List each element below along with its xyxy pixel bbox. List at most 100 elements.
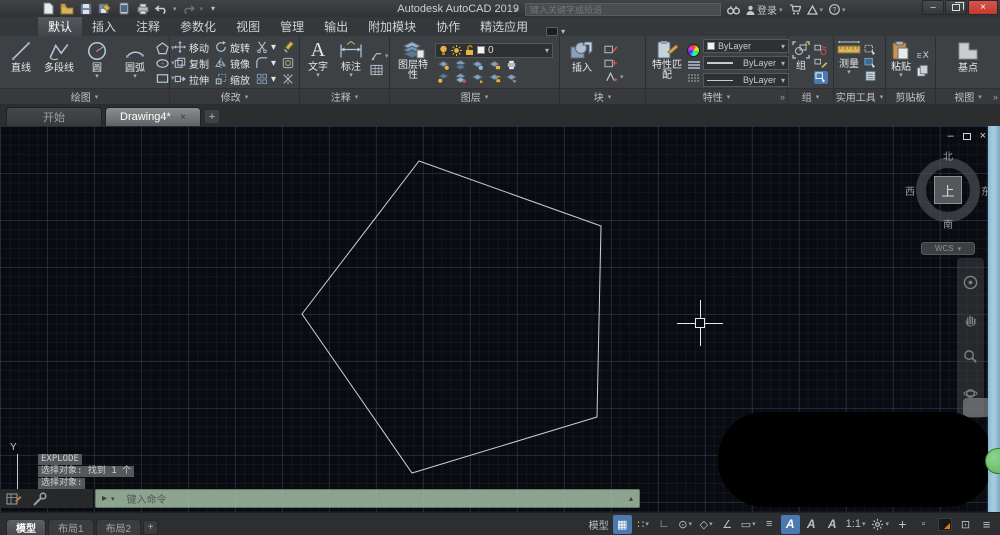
array-button[interactable]: ▾ (255, 73, 277, 85)
mirror-button[interactable]: 镜像 (214, 56, 251, 71)
panel-label-groups[interactable]: 组▾ (788, 88, 833, 104)
nav-zoom-icon[interactable] (963, 349, 978, 364)
drawing-canvas[interactable]: – × 北 南 西 东 上 WCS ▾ Y X (0, 126, 1000, 512)
layout-tab-layout2[interactable]: 布局2 (96, 519, 142, 535)
transparency-icon[interactable] (687, 60, 701, 70)
undo-icon[interactable] (154, 2, 169, 16)
layer-lock-tool[interactable] (488, 59, 501, 71)
open-folder-icon[interactable] (59, 2, 74, 16)
layer-walk-tool[interactable] (505, 72, 518, 84)
fillet-button[interactable]: ▾ (255, 57, 277, 69)
view-expand-icon[interactable]: » (993, 92, 998, 102)
search-collapse-icon[interactable]: ▸ (515, 5, 519, 14)
line-button[interactable]: 直线 (3, 38, 39, 88)
object-color-dropdown[interactable]: ByLayer ▾ (703, 39, 789, 53)
ribbon-display-toggle[interactable]: ▾ (546, 27, 565, 36)
copy-button[interactable]: 复制 (173, 56, 210, 71)
tab-view[interactable]: 视图 (226, 17, 270, 36)
undo-dropdown-icon[interactable]: ▾ (173, 5, 177, 13)
command-input-bar[interactable]: ▸ ▾ 键入命令 ▴ (95, 489, 640, 508)
nav-wheel-icon[interactable] (963, 275, 978, 290)
search-input[interactable] (525, 3, 721, 16)
panel-label-draw[interactable]: 绘图▾ (0, 88, 169, 104)
layout-tab-model[interactable]: 模型 (6, 519, 46, 535)
layer-unlock-tool[interactable] (488, 72, 501, 84)
help-icon[interactable]: ? ▾ (829, 4, 846, 15)
quick-properties-toggle[interactable]: ▫ (914, 515, 933, 534)
nav-showmotion-button[interactable] (963, 398, 990, 417)
panel-label-modify[interactable]: 修改▾ (170, 88, 299, 104)
doc-close-icon[interactable]: × (980, 131, 986, 142)
move-button[interactable]: 移动 (173, 40, 210, 55)
new-file-icon[interactable] (40, 2, 55, 16)
text-button[interactable]: A 文字 ▾ (303, 38, 333, 88)
annotation-autoscale-toggle[interactable]: A (802, 515, 821, 534)
ortho-toggle[interactable]: ∟ (655, 515, 674, 534)
search-binoculars-icon[interactable] (727, 5, 740, 15)
polar-tracking-toggle[interactable]: ⊙▾ (676, 515, 695, 534)
save-icon[interactable] (78, 2, 93, 16)
wcs-dropdown[interactable]: WCS ▾ (921, 242, 975, 255)
tab-parametric[interactable]: 参数化 (170, 17, 226, 36)
viewcube-top-face[interactable]: 上 (934, 176, 962, 204)
qat-customize-icon[interactable]: ▾ (211, 4, 215, 13)
viewcube-north[interactable]: 北 (943, 148, 953, 163)
annotation-scale-sync-toggle[interactable]: A (823, 515, 842, 534)
panel-label-utilities[interactable]: 实用工具▾ (834, 88, 885, 104)
rotate-button[interactable]: 旋转 (214, 40, 251, 55)
grid-toggle[interactable]: ▦ (613, 515, 632, 534)
color-wheel-icon[interactable] (687, 44, 700, 57)
explode-button[interactable] (281, 73, 295, 85)
offset-button[interactable] (281, 57, 295, 69)
cut-icon[interactable]: E (916, 49, 930, 61)
panel-label-clipboard[interactable]: 剪贴板 (886, 88, 935, 104)
layer-properties-button[interactable]: 图层特性 (393, 38, 433, 88)
file-tab-start[interactable]: 开始 (6, 107, 102, 126)
layer-match-tool[interactable] (454, 72, 467, 84)
tab-annotate[interactable]: 注释 (126, 17, 170, 36)
redo-icon[interactable] (181, 2, 196, 16)
quick-calc-icon[interactable] (864, 70, 877, 82)
viewcube-west[interactable]: 西 (905, 183, 915, 198)
nav-pan-icon[interactable] (963, 312, 978, 327)
file-tab-close-icon[interactable]: × (180, 112, 186, 123)
minimize-button[interactable]: – (922, 0, 944, 15)
exchange-apps-icon[interactable]: ▾ (807, 5, 824, 15)
trim-button[interactable]: ▾ (255, 41, 277, 53)
block-create-tool[interactable] (603, 57, 625, 69)
pentagon[interactable] (302, 161, 601, 473)
customization-menu-button[interactable]: ≡ (977, 515, 996, 534)
layer-prev-tool[interactable] (471, 72, 484, 84)
new-layout-button[interactable]: + (143, 520, 158, 535)
group-selection-toggle[interactable] (814, 71, 828, 84)
polyline-button[interactable]: 多段线 (41, 38, 77, 88)
command-customize-icon[interactable] (6, 492, 22, 506)
tab-featured-apps[interactable]: 精选应用 (470, 17, 538, 36)
app-store-cart-icon[interactable] (789, 4, 801, 15)
linetype-dropdown[interactable]: ByLayer ▾ (703, 73, 789, 87)
recent-commands-icon[interactable]: ▸ (102, 493, 107, 504)
leader-tool[interactable]: ▾ (369, 50, 390, 62)
web-mobile-icon[interactable] (116, 2, 131, 16)
close-button[interactable]: × (968, 0, 998, 15)
annotation-visibility-toggle[interactable]: A (781, 515, 800, 534)
scale-button[interactable]: 缩放 (214, 72, 251, 87)
recent-commands-dropdown[interactable]: ▾ (111, 495, 115, 503)
layer-make-current-tool[interactable] (437, 72, 450, 84)
dimension-button[interactable]: 标注 ▾ (335, 38, 367, 88)
doc-restore-icon[interactable] (963, 133, 971, 140)
stretch-button[interactable]: 拉伸 (173, 72, 210, 87)
annotation-monitor-button[interactable]: + (893, 515, 912, 534)
viewcube-south[interactable]: 南 (943, 216, 953, 231)
doc-minimize-icon[interactable]: – (947, 131, 953, 142)
select-window-icon[interactable] (864, 44, 878, 56)
panel-label-view[interactable]: 视图▾ » (936, 88, 1000, 104)
graphics-performance-button[interactable] (935, 515, 954, 534)
restore-button[interactable] (945, 0, 967, 15)
lineweight-toggle[interactable]: ≡ (760, 515, 779, 534)
annotation-scale-button[interactable]: 1:1▾ (844, 515, 868, 534)
command-expand-icon[interactable]: ▴ (629, 494, 633, 503)
copy-clip-icon[interactable] (916, 64, 929, 77)
snap-toggle[interactable]: ∷▾ (634, 515, 653, 534)
command-wrench-icon[interactable] (32, 492, 47, 506)
